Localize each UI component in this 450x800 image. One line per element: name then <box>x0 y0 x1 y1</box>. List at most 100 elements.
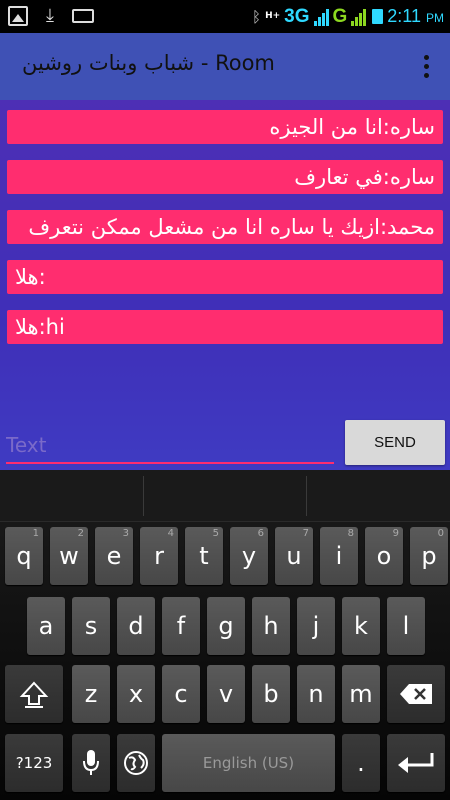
clock-ampm: PM <box>426 11 444 25</box>
message-item[interactable]: ساره:في تعارف <box>7 160 443 194</box>
message-item[interactable]: ساره:انا من الجيزه <box>7 110 443 144</box>
key-r[interactable]: r4 <box>140 527 178 585</box>
key-c[interactable]: c <box>162 665 200 723</box>
key-hint: 5 <box>212 528 219 539</box>
key-l[interactable]: l <box>387 597 425 655</box>
key-k[interactable]: k <box>342 597 380 655</box>
key-e[interactable]: e3 <box>95 527 133 585</box>
key-x-label: x <box>128 680 144 708</box>
key-x[interactable]: x <box>117 665 155 723</box>
delete-key[interactable] <box>387 665 445 723</box>
clock: 2:11 PM <box>387 6 444 27</box>
key-b[interactable]: b <box>252 665 290 723</box>
mic-icon <box>83 750 99 775</box>
language-key[interactable] <box>117 734 155 792</box>
key-p-label: p <box>421 542 437 570</box>
key-o-label: o <box>376 542 392 570</box>
key-n[interactable]: n <box>297 665 335 723</box>
key-i[interactable]: i8 <box>320 527 358 585</box>
space-key[interactable]: English (US) <box>162 734 335 792</box>
soft-keyboard: q 1 w 2 e 3 r 4 t 5 y 6 u 7 i 8 o 9 p 0 a s d f g h j k l z x c v b n m ?123… <box>0 470 450 800</box>
globe-icon <box>124 751 148 775</box>
symbols-key[interactable]: ?123 <box>5 734 63 792</box>
enter-icon <box>398 753 434 773</box>
key-hint: 6 <box>257 528 264 539</box>
key-d-label: d <box>128 612 144 640</box>
key-i-label: i <box>335 542 343 570</box>
overflow-menu-icon[interactable] <box>424 55 430 79</box>
key-hint: 8 <box>347 528 354 539</box>
key-g-label: g <box>218 612 234 640</box>
clock-time: 2:11 <box>387 6 421 26</box>
key-hint: 4 <box>167 528 174 539</box>
mic-key[interactable] <box>72 734 110 792</box>
key-z-label: z <box>84 680 98 708</box>
key-w-label: w <box>59 542 79 570</box>
key-m[interactable]: m <box>342 665 380 723</box>
space-key-label: English (US) <box>202 754 295 772</box>
key-hint: 7 <box>302 528 309 539</box>
key-e-label: e <box>106 542 122 570</box>
period-key[interactable]: . <box>342 734 380 792</box>
signal-icon <box>313 8 329 26</box>
image-icon <box>8 6 28 26</box>
key-q-label: q <box>16 542 32 570</box>
download-icon: ⤓ <box>46 5 54 26</box>
key-j[interactable]: j <box>297 597 335 655</box>
keyboard-icon <box>72 9 94 23</box>
message-list: ساره:انا من الجيزه ساره:في تعارف محمد:از… <box>7 110 443 360</box>
message-item[interactable]: محمد:ازيك يا ساره انا من مشعل ممكن نتعرف <box>7 210 443 244</box>
bluetooth-icon: ᛒ <box>252 7 262 26</box>
battery-icon <box>372 9 384 24</box>
shift-key[interactable] <box>5 665 63 723</box>
key-b-label: b <box>263 680 279 708</box>
key-t[interactable]: t5 <box>185 527 223 585</box>
key-p[interactable]: p0 <box>410 527 448 585</box>
key-q[interactable]: q1 <box>5 527 43 585</box>
key-hint: 2 <box>77 528 84 539</box>
key-u-label: u <box>286 542 302 570</box>
key-g[interactable]: g <box>207 597 245 655</box>
key-a-label: a <box>38 612 54 640</box>
key-h[interactable]: h <box>252 597 290 655</box>
send-button[interactable]: SEND <box>345 420 445 465</box>
key-hint: 9 <box>392 528 399 539</box>
network-g-indicator: G <box>332 5 348 27</box>
message-input[interactable] <box>6 428 334 464</box>
shift-icon <box>19 681 49 708</box>
key-r-label: r <box>154 542 164 570</box>
key-z[interactable]: z <box>72 665 110 723</box>
key-m-label: m <box>349 680 373 708</box>
key-j-label: j <box>312 612 320 640</box>
message-item[interactable]: هلا:hi <box>7 310 443 344</box>
page-title: شباب وبنات روشين - Room <box>22 51 275 75</box>
message-item[interactable]: هلا: <box>7 260 443 294</box>
key-hint: 0 <box>437 528 444 539</box>
key-f[interactable]: f <box>162 597 200 655</box>
status-bar: ⤓ ᛒ H+ 3G G 2:11 PM <box>0 0 450 33</box>
key-a[interactable]: a <box>27 597 65 655</box>
period-key-label: . <box>357 749 365 777</box>
key-v-label: v <box>218 680 234 708</box>
key-w[interactable]: w2 <box>50 527 88 585</box>
backspace-icon <box>400 684 432 704</box>
key-k-label: k <box>354 612 368 640</box>
suggestion-strip[interactable] <box>0 470 450 522</box>
key-y[interactable]: y6 <box>230 527 268 585</box>
key-o[interactable]: o9 <box>365 527 403 585</box>
key-u[interactable]: u7 <box>275 527 313 585</box>
key-s-label: s <box>84 612 98 640</box>
enter-key[interactable] <box>387 734 445 792</box>
key-f-label: f <box>176 612 186 640</box>
key-t-label: t <box>199 542 209 570</box>
app-bar: شباب وبنات روشين - Room <box>0 33 450 100</box>
hplus-indicator: H+ <box>265 11 281 21</box>
key-hint: 1 <box>32 528 39 539</box>
network-3g-indicator: 3G <box>284 5 310 27</box>
key-s[interactable]: s <box>72 597 110 655</box>
key-n-label: n <box>308 680 324 708</box>
key-l-label: l <box>402 612 410 640</box>
key-d[interactable]: d <box>117 597 155 655</box>
key-v[interactable]: v <box>207 665 245 723</box>
symbols-key-label: ?123 <box>15 754 53 772</box>
